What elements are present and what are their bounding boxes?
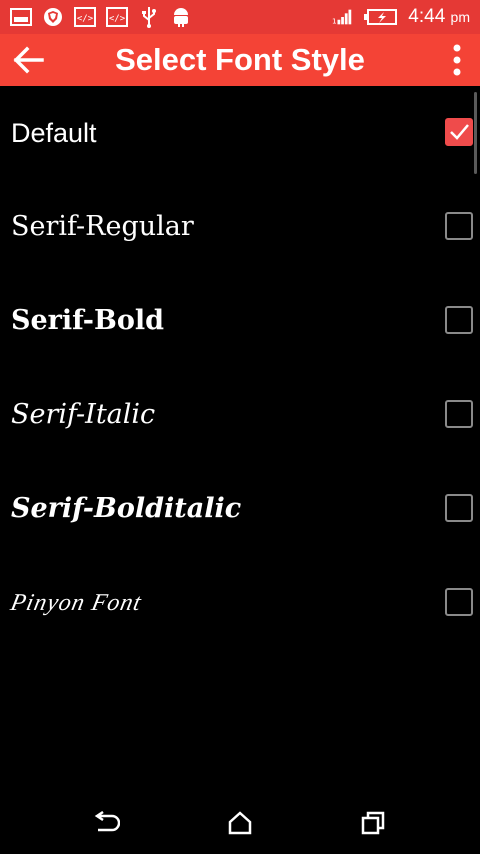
svg-text:</>: </> — [109, 14, 126, 24]
font-option-label: Serif-Italic — [11, 399, 156, 430]
nav-back-button[interactable] — [86, 806, 126, 840]
code-icon: </> — [74, 7, 96, 27]
check-icon — [450, 124, 469, 140]
page-title: Select Font Style — [115, 42, 365, 77]
android-icon — [170, 7, 192, 27]
back-icon — [94, 811, 120, 832]
font-style-list: Default Serif-Regular Serif-Bold Serif-I… — [0, 86, 480, 616]
nav-home-button[interactable] — [220, 806, 260, 840]
font-option-serif-bold[interactable]: Serif-Bold — [0, 274, 480, 368]
more-vert-icon — [453, 44, 461, 76]
system-nav-bar — [0, 790, 480, 854]
font-option-checkbox[interactable] — [445, 306, 473, 334]
back-button[interactable] — [8, 40, 48, 80]
font-option-checkbox[interactable] — [445, 118, 473, 146]
status-bar: </> </> 1 4:44 pm — [0, 0, 480, 34]
arrow-left-icon — [13, 46, 44, 74]
font-option-pinyon[interactable]: Pinyon Font — [0, 556, 480, 616]
font-option-label: Default — [11, 118, 97, 148]
app-toolbar: Select Font Style — [0, 34, 480, 86]
font-option-serif-regular[interactable]: Serif-Regular — [0, 180, 480, 274]
home-icon — [228, 811, 252, 835]
font-option-label: Serif-Bold — [11, 305, 164, 336]
signal-icon: 1 — [332, 7, 354, 27]
font-option-label: Serif-Bolditalic — [11, 493, 242, 524]
font-option-default[interactable]: Default — [0, 86, 480, 180]
gallery-icon — [10, 7, 32, 27]
usb-icon — [138, 7, 160, 28]
svg-text:</>: </> — [77, 14, 94, 24]
font-option-checkbox[interactable] — [445, 400, 473, 428]
shield-icon — [42, 7, 64, 27]
svg-text:1: 1 — [332, 16, 337, 25]
overflow-menu-button[interactable] — [442, 40, 472, 80]
list-scrollbar[interactable] — [474, 92, 477, 174]
font-option-label: Pinyon Font — [8, 590, 145, 616]
recents-icon — [361, 811, 385, 835]
font-option-serif-italic[interactable]: Serif-Italic — [0, 368, 480, 462]
font-option-checkbox[interactable] — [445, 588, 473, 616]
font-option-label: Serif-Regular — [11, 211, 194, 242]
nav-recents-button[interactable] — [353, 806, 393, 840]
code-icon: </> — [106, 7, 128, 27]
font-option-checkbox[interactable] — [445, 494, 473, 522]
font-option-serif-bolditalic[interactable]: Serif-Bolditalic — [0, 462, 480, 556]
battery-charging-icon — [364, 7, 398, 27]
clock: 4:44 pm — [408, 6, 470, 27]
font-option-checkbox[interactable] — [445, 212, 473, 240]
